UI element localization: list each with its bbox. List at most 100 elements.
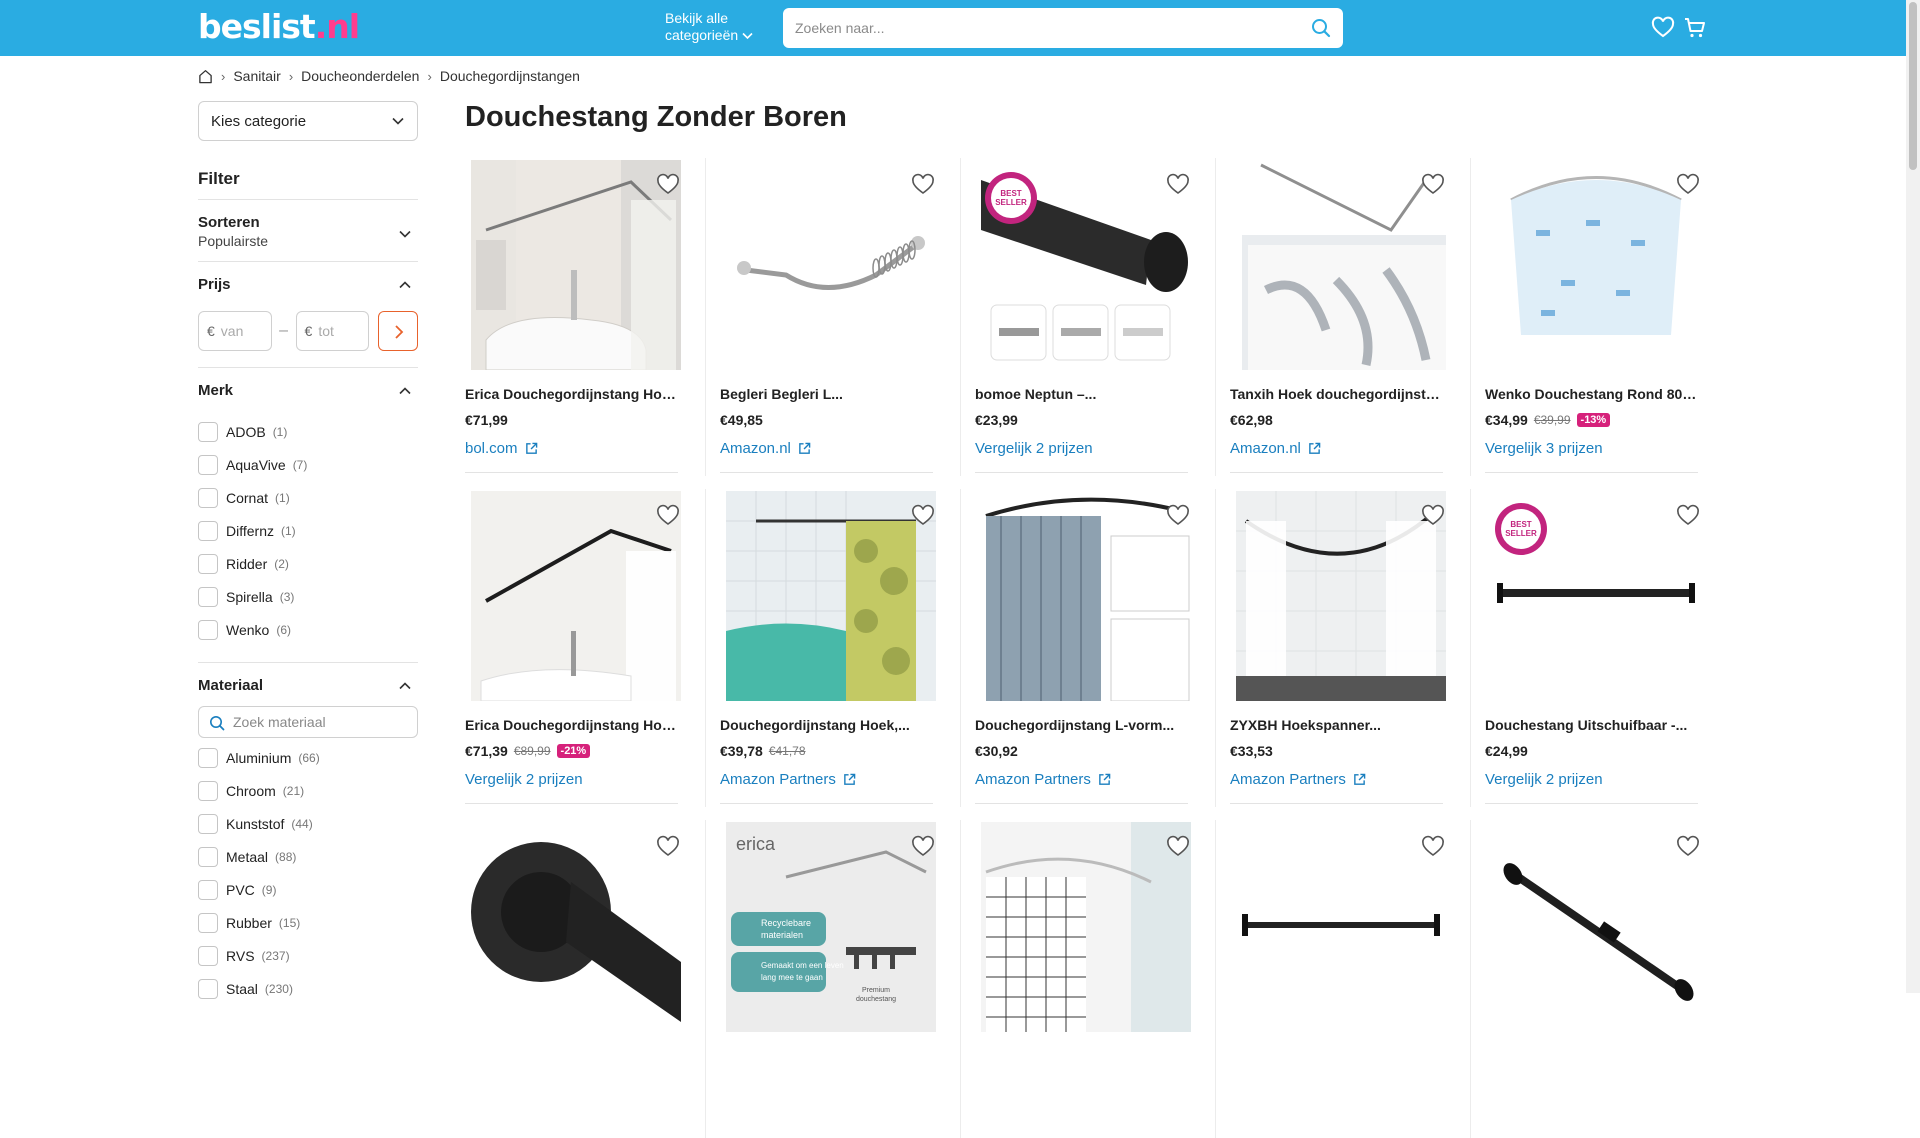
product-image[interactable] bbox=[1491, 822, 1701, 1032]
material-checkbox-rubber[interactable]: Rubber (15) bbox=[198, 906, 418, 939]
wishlist-heart-icon[interactable] bbox=[1166, 173, 1190, 197]
home-icon[interactable] bbox=[198, 69, 213, 84]
chevron-down-icon[interactable] bbox=[398, 227, 412, 241]
checkbox[interactable] bbox=[198, 912, 218, 933]
checkbox[interactable] bbox=[198, 619, 218, 640]
material-checkbox-metaal[interactable]: Metaal (88) bbox=[198, 840, 418, 873]
wishlist-heart-icon[interactable] bbox=[656, 504, 680, 528]
product-card[interactable]: Erica Douchegordijnstang Hoek... €71,99 bo… bbox=[465, 158, 690, 476]
breadcrumb-sanitair[interactable]: Sanitair bbox=[233, 68, 280, 84]
product-image[interactable] bbox=[981, 491, 1191, 701]
wishlist-heart-icon[interactable] bbox=[1421, 504, 1445, 528]
product-card[interactable] bbox=[1230, 820, 1455, 1138]
cart-icon[interactable] bbox=[1683, 16, 1707, 40]
product-title[interactable]: Tanxih Hoek douchegordijnstan... bbox=[1230, 386, 1445, 402]
checkbox[interactable] bbox=[198, 747, 218, 768]
product-image[interactable] bbox=[726, 160, 936, 370]
product-shop-link[interactable]: Amazon.nl bbox=[1230, 440, 1321, 457]
product-shop-link[interactable]: Amazon Partners bbox=[1230, 771, 1366, 788]
product-shop-link[interactable]: Vergelijk 3 prijzen bbox=[1485, 440, 1603, 457]
product-card[interactable]: ZYXBH Hoekspanner... €33,53 Amazon Partner… bbox=[1230, 489, 1455, 807]
product-shop-link[interactable]: Vergelijk 2 prijzen bbox=[465, 771, 583, 788]
product-card[interactable] bbox=[465, 820, 690, 1138]
checkbox[interactable] bbox=[198, 780, 218, 801]
brand-checkbox-aquavive[interactable]: AquaVive (7) bbox=[198, 448, 418, 481]
product-title[interactable]: Erica Douchegordijnstang Hoek... bbox=[465, 717, 680, 733]
product-title[interactable]: Douchegordijnstang L-vorm... bbox=[975, 717, 1190, 733]
product-image[interactable] bbox=[1236, 822, 1446, 1032]
brand-checkbox-differnz[interactable]: Differnz (1) bbox=[198, 514, 418, 547]
wishlist-heart-icon[interactable] bbox=[1421, 173, 1445, 197]
product-card[interactable]: Erica Douchegordijnstang Hoek... €71,39 €8… bbox=[465, 489, 690, 807]
beslist-logo[interactable]: beslist.nl bbox=[198, 7, 360, 46]
product-card[interactable]: BEST SELLER Douchestang Uitschuifbaar -...… bbox=[1485, 489, 1710, 807]
product-image[interactable] bbox=[1236, 491, 1446, 701]
product-shop-link[interactable]: Amazon Partners bbox=[975, 771, 1111, 788]
all-categories-button[interactable]: Bekijk alle categorieën bbox=[665, 10, 753, 46]
product-shop-link[interactable]: bol.com bbox=[465, 440, 538, 457]
brand-checkbox-ridder[interactable]: Ridder (2) bbox=[198, 547, 418, 580]
wishlist-heart-icon[interactable] bbox=[1421, 835, 1445, 859]
product-shop-link[interactable]: Vergelijk 2 prijzen bbox=[1485, 771, 1603, 788]
checkbox[interactable] bbox=[198, 487, 218, 508]
page-scrollbar[interactable] bbox=[1906, 0, 1920, 993]
product-shop-link[interactable]: Amazon Partners bbox=[720, 771, 856, 788]
checkbox[interactable] bbox=[198, 553, 218, 574]
scrollbar-thumb[interactable] bbox=[1909, 2, 1917, 170]
product-image[interactable] bbox=[1236, 160, 1446, 370]
brand-checkbox-wenko[interactable]: Wenko (6) bbox=[198, 613, 418, 646]
chevron-up-icon[interactable] bbox=[398, 278, 412, 292]
product-image[interactable] bbox=[471, 160, 681, 370]
product-card[interactable]: BEST SELLER bomoe Neptun –... €23,99 Vergeli… bbox=[975, 158, 1200, 476]
material-checkbox-chroom[interactable]: Chroom (21) bbox=[198, 774, 418, 807]
material-checkbox-staal[interactable]: Staal (230) bbox=[198, 972, 418, 1005]
product-card[interactable]: Begleri Begleri L... €49,85 Amazon.nl bbox=[720, 158, 945, 476]
product-image[interactable] bbox=[981, 822, 1191, 1032]
product-image[interactable] bbox=[471, 822, 681, 1032]
material-checkbox-rvs[interactable]: RVS (237) bbox=[198, 939, 418, 972]
product-shop-link[interactable]: Vergelijk 2 prijzen bbox=[975, 440, 1093, 457]
checkbox[interactable] bbox=[198, 813, 218, 834]
breadcrumb-doucheonderdelen[interactable]: Doucheonderdelen bbox=[301, 68, 419, 84]
category-select[interactable]: Kies categorie bbox=[198, 101, 418, 141]
brand-checkbox-adob[interactable]: ADOB (1) bbox=[198, 415, 418, 448]
checkbox[interactable] bbox=[198, 421, 218, 442]
product-card[interactable]: Douchegordijnstang Hoek,... €39,78 €41,78 A… bbox=[720, 489, 945, 807]
product-title[interactable]: ZYXBH Hoekspanner... bbox=[1230, 717, 1445, 733]
checkbox[interactable] bbox=[198, 846, 218, 867]
chevron-up-icon[interactable] bbox=[398, 679, 412, 693]
material-search-input[interactable] bbox=[233, 707, 413, 737]
wishlist-heart-icon[interactable] bbox=[1166, 504, 1190, 528]
brand-checkbox-spirella[interactable]: Spirella (3) bbox=[198, 580, 418, 613]
checkbox[interactable] bbox=[198, 520, 218, 541]
product-card[interactable] bbox=[1485, 820, 1710, 1138]
price-apply-button[interactable] bbox=[378, 311, 418, 351]
product-title[interactable]: Wenko Douchestang Rond 80 X 8... bbox=[1485, 386, 1700, 402]
sort-section[interactable]: Sorteren Populairste bbox=[198, 200, 418, 262]
product-title[interactable]: bomoe Neptun –... bbox=[975, 386, 1190, 402]
product-title[interactable]: Douchestang Uitschuifbaar -... bbox=[1485, 717, 1700, 733]
product-card[interactable] bbox=[975, 820, 1200, 1138]
wishlist-heart-icon[interactable] bbox=[911, 173, 935, 197]
search-icon[interactable] bbox=[1311, 18, 1331, 38]
product-image[interactable]: erica Recyclebare materialen Gemaakt om een… bbox=[726, 822, 936, 1032]
breadcrumb-douchegordijnstangen[interactable]: Douchegordijnstangen bbox=[440, 68, 580, 84]
product-image[interactable]: BEST SELLER bbox=[1491, 491, 1701, 701]
product-card[interactable]: Tanxih Hoek douchegordijnstan... €62,98 Am… bbox=[1230, 158, 1455, 476]
brand-checkbox-cornat[interactable]: Cornat (1) bbox=[198, 481, 418, 514]
wishlist-heart-icon[interactable] bbox=[1166, 835, 1190, 859]
checkbox[interactable] bbox=[198, 879, 218, 900]
product-card[interactable]: erica Recyclebare materialen Gemaakt om een… bbox=[720, 820, 945, 1138]
material-checkbox-aluminium[interactable]: Aluminium (66) bbox=[198, 741, 418, 774]
checkbox[interactable] bbox=[198, 454, 218, 475]
wishlist-heart-icon[interactable] bbox=[1676, 173, 1700, 197]
wishlist-heart-icon[interactable] bbox=[656, 835, 680, 859]
product-title[interactable]: Begleri Begleri L... bbox=[720, 386, 935, 402]
product-image[interactable]: BEST SELLER bbox=[981, 160, 1191, 370]
product-title[interactable]: Douchegordijnstang Hoek,... bbox=[720, 717, 935, 733]
product-card[interactable]: Wenko Douchestang Rond 80 X 8... €34,99 €3… bbox=[1485, 158, 1710, 476]
wishlist-heart-icon[interactable] bbox=[911, 835, 935, 859]
product-title[interactable]: Erica Douchegordijnstang Hoek... bbox=[465, 386, 680, 402]
price-to-input[interactable]: € tot bbox=[295, 311, 370, 351]
wishlist-heart-icon[interactable] bbox=[1676, 504, 1700, 528]
